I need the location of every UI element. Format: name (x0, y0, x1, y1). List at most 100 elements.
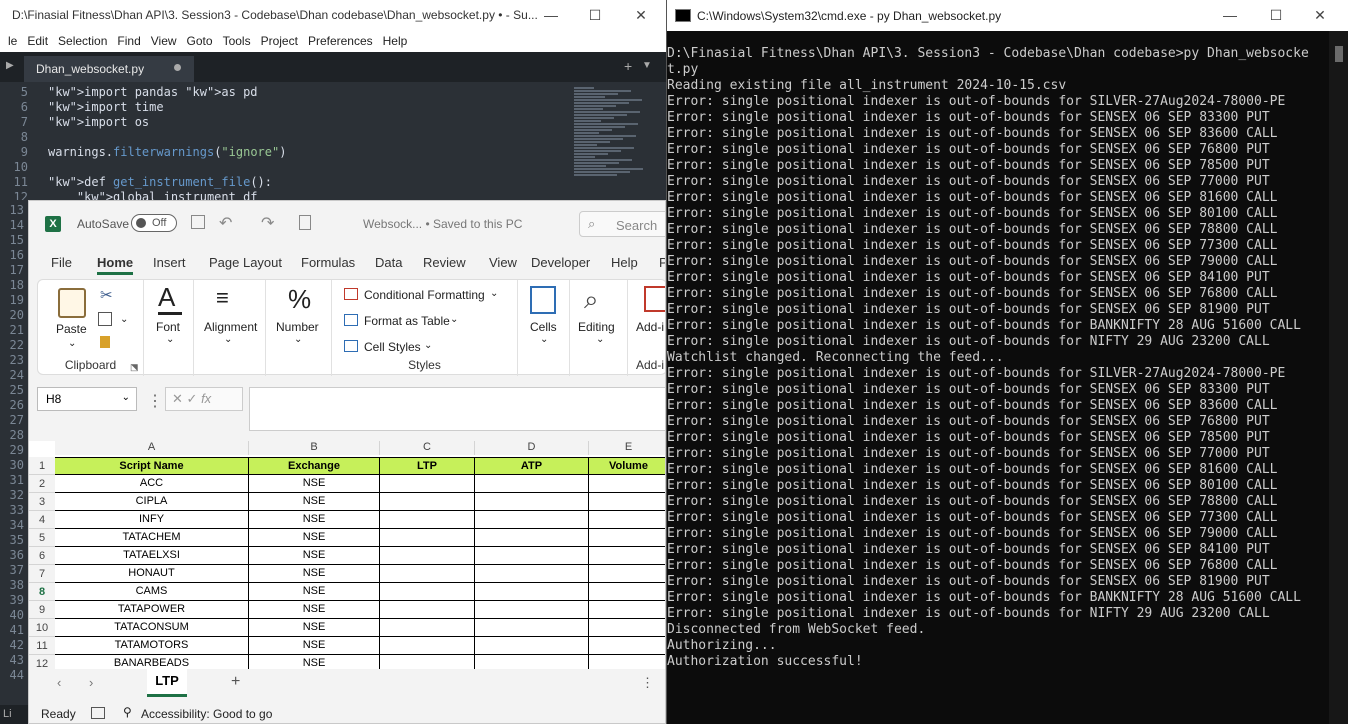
minimap[interactable] (574, 86, 658, 198)
ribbon-tab[interactable]: Home (97, 255, 134, 275)
column-header[interactable]: E (589, 441, 665, 455)
editing-group[interactable]: ⌕ Editing ⌄ (570, 280, 628, 376)
cmd-scrollbar[interactable] (1329, 31, 1348, 724)
table-cell[interactable] (475, 601, 589, 619)
table-cell[interactable] (380, 619, 475, 637)
row-header[interactable]: 6 (29, 547, 55, 565)
table-cell[interactable] (589, 565, 665, 583)
add-sheet-icon[interactable]: + (231, 673, 240, 691)
cmd-close-icon[interactable]: ✕ (1309, 4, 1331, 26)
menu-item[interactable]: Preferences (308, 34, 373, 48)
font-group[interactable]: A Font ⌄ (144, 280, 194, 376)
header-cell[interactable]: ATP (475, 457, 589, 475)
table-cell[interactable]: NSE (249, 637, 380, 655)
header-cell[interactable]: Script Name (55, 457, 249, 475)
format-as-table-icon[interactable] (344, 314, 358, 326)
table-cell[interactable] (380, 637, 475, 655)
name-box[interactable]: H8 ⌄ (37, 387, 137, 411)
table-cell[interactable] (475, 475, 589, 493)
table-cell[interactable]: NSE (249, 601, 380, 619)
table-cell[interactable] (475, 583, 589, 601)
ribbon-tab[interactable]: File (51, 255, 72, 270)
conditional-formatting-dropdown-icon[interactable]: ⌄ (490, 288, 498, 299)
menu-item[interactable]: Selection (58, 34, 107, 48)
conditional-formatting-icon[interactable] (344, 288, 358, 300)
cut-icon[interactable]: ✂ (100, 286, 113, 304)
accessibility-icon[interactable]: ⚲ (123, 705, 132, 719)
paste-label[interactable]: Paste (56, 322, 87, 336)
column-header[interactable]: C (380, 441, 475, 455)
table-cell[interactable]: TATACONSUM (55, 619, 249, 637)
table-cell[interactable]: TATAPOWER (55, 601, 249, 619)
more-icon[interactable]: ⋮ (147, 391, 163, 411)
table-cell[interactable]: NSE (249, 583, 380, 601)
table-cell[interactable]: TATAMOTORS (55, 637, 249, 655)
table-cell[interactable]: NSE (249, 493, 380, 511)
ribbon-tab[interactable]: Data (375, 255, 402, 270)
table-cell[interactable]: NSE (249, 565, 380, 583)
table-cell[interactable]: CIPLA (55, 493, 249, 511)
editor-tab[interactable]: Dhan_websocket.py (24, 56, 194, 82)
header-cell[interactable]: Volume (589, 457, 665, 475)
cmd-output[interactable]: D:\Finasial Fitness\Dhan API\3. Session3… (667, 46, 1329, 724)
header-cell[interactable]: Exchange (249, 457, 380, 475)
sheet-tab-ltp[interactable]: LTP (147, 669, 187, 697)
table-cell[interactable] (380, 493, 475, 511)
cancel-icon[interactable]: ✕ (172, 391, 183, 406)
table-cell[interactable] (380, 511, 475, 529)
table-cell[interactable] (589, 511, 665, 529)
format-as-table-button[interactable]: Format as Table (364, 314, 450, 328)
table-cell[interactable] (589, 529, 665, 547)
table-cell[interactable] (380, 529, 475, 547)
menu-item[interactable]: Edit (27, 34, 48, 48)
ribbon-tab[interactable]: Help (611, 255, 638, 270)
table-cell[interactable] (475, 511, 589, 529)
undo-icon[interactable]: ↶ (219, 213, 232, 233)
table-cell[interactable] (589, 493, 665, 511)
row-header[interactable]: 3 (29, 493, 55, 511)
format-painter-icon[interactable] (100, 336, 110, 348)
number-group[interactable]: % Number ⌄ (266, 280, 332, 376)
maximize-icon[interactable]: ☐ (584, 4, 606, 26)
table-cell[interactable] (380, 583, 475, 601)
row-header[interactable]: 5 (29, 529, 55, 547)
table-cell[interactable] (589, 619, 665, 637)
cell-styles-icon[interactable] (344, 340, 358, 352)
cmd-maximize-icon[interactable]: ☐ (1265, 4, 1287, 26)
row-header[interactable]: 4 (29, 511, 55, 529)
row-header[interactable]: 8 (29, 583, 55, 601)
table-cell[interactable] (475, 637, 589, 655)
column-header[interactable]: A (55, 441, 249, 455)
copy-dropdown-icon[interactable]: ⌄ (120, 314, 128, 325)
ribbon-tab[interactable]: Page Layout (209, 255, 282, 270)
macro-record-icon[interactable] (91, 707, 105, 719)
prev-sheet-icon[interactable]: ‹ (57, 675, 61, 690)
menu-item[interactable]: View (151, 34, 177, 48)
table-cell[interactable]: CAMS (55, 583, 249, 601)
alignment-group[interactable]: ≡ Alignment ⌄ (194, 280, 266, 376)
search-box[interactable]: ⌕ Search (579, 211, 665, 237)
tab-list-icon[interactable]: ▼ (642, 60, 652, 71)
table-cell[interactable] (589, 601, 665, 619)
row-header[interactable]: 9 (29, 601, 55, 619)
sheet-options-icon[interactable]: ⋮ (641, 675, 654, 691)
table-cell[interactable] (475, 565, 589, 583)
table-cell[interactable] (589, 583, 665, 601)
menu-item[interactable]: Goto (187, 34, 213, 48)
table-cell[interactable]: NSE (249, 619, 380, 637)
table-cell[interactable]: NSE (249, 511, 380, 529)
menu-item[interactable]: Help (383, 34, 408, 48)
status-accessibility[interactable]: Accessibility: Good to go (141, 707, 272, 721)
clipboard-launcher-icon[interactable]: ⬔ (130, 362, 139, 373)
spreadsheet-grid[interactable]: A B C D E 1 Script Name Exchange LTP ATP Volume 2 AC… (29, 441, 665, 673)
close-icon[interactable]: ✕ (630, 4, 652, 26)
table-cell[interactable] (380, 601, 475, 619)
menu-item[interactable]: Project (261, 34, 298, 48)
new-tab-icon[interactable]: + (624, 58, 632, 74)
cells-group[interactable]: Cells ⌄ (518, 280, 570, 376)
paste-dropdown-icon[interactable]: ⌄ (68, 338, 76, 349)
addins-group[interactable]: Add-i Add-i (628, 280, 665, 376)
function-icon[interactable]: fx (201, 391, 211, 406)
table-cell[interactable]: NSE (249, 547, 380, 565)
ribbon-tab[interactable]: P (659, 255, 665, 270)
